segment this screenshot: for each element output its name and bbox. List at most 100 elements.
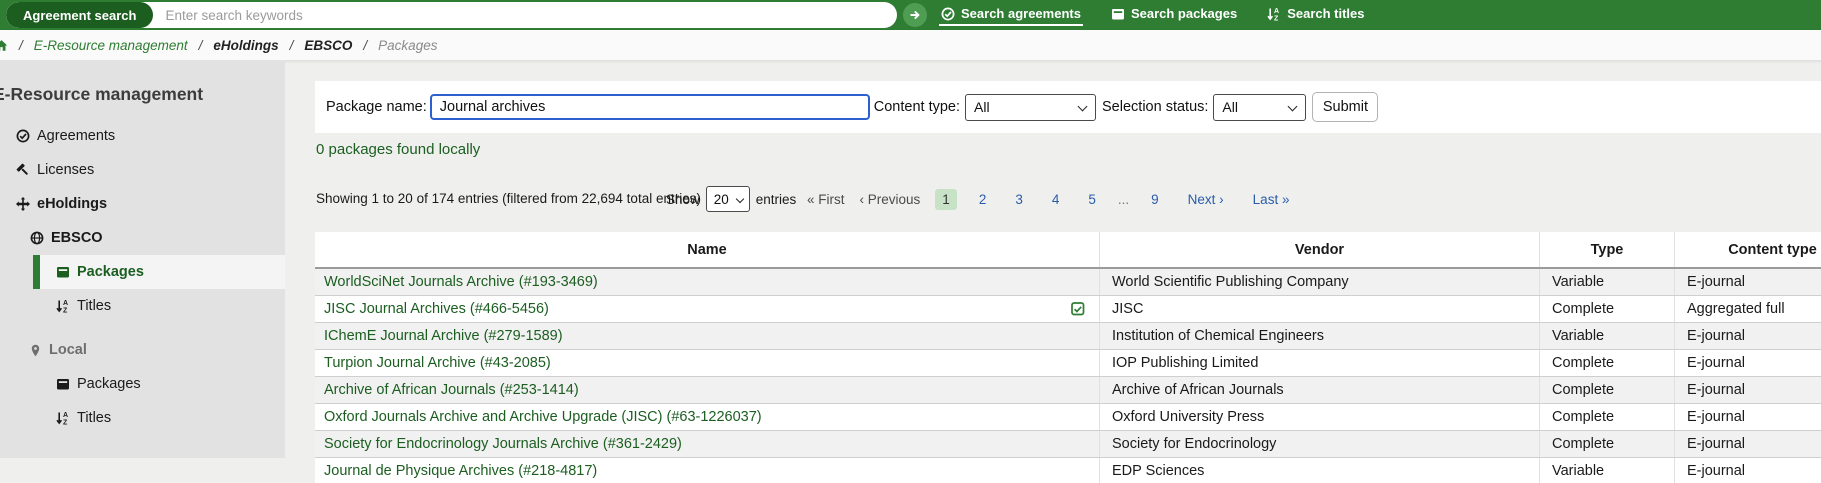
vendor-cell: EDP Sciences	[1100, 458, 1540, 483]
sidebar-item-local-packages[interactable]: Packages	[0, 367, 285, 401]
type-cell: Complete	[1540, 350, 1675, 376]
nav-search-packages[interactable]: Search packages	[1109, 4, 1239, 26]
sort-alpha-icon: AZ	[56, 299, 70, 313]
nav-search-titles[interactable]: AZ Search titles	[1265, 4, 1366, 26]
selection-status-label: Selection status:	[1102, 99, 1208, 115]
table-body: WorldSciNet Journals Archive (#193-3469)…	[315, 269, 1821, 483]
sidebar-item-eholdings[interactable]: eHoldings	[0, 187, 285, 221]
svg-text:A: A	[1274, 8, 1279, 15]
top-nav: Search agreements Search packages AZ Sea…	[939, 0, 1367, 30]
type-cell: Variable	[1540, 269, 1675, 295]
page-length-select[interactable]: 20	[706, 186, 750, 212]
gavel-icon	[16, 163, 30, 177]
pagination-previous[interactable]: ‹ Previous	[860, 192, 921, 207]
pagination-last[interactable]: Last »	[1246, 189, 1297, 210]
pagination-next[interactable]: Next ›	[1181, 189, 1231, 210]
selection-status-select[interactable]: All	[1213, 94, 1306, 121]
submit-button[interactable]: Submit	[1312, 92, 1378, 122]
type-cell: Complete	[1540, 377, 1675, 403]
sidebar-item-agreements[interactable]: Agreements	[0, 119, 285, 153]
content-type-select-wrap: All	[965, 94, 1096, 121]
sidebar-item-local[interactable]: Local	[0, 333, 285, 367]
content-type-label: Content type:	[874, 99, 960, 115]
type-cell: Complete	[1540, 296, 1675, 322]
package-link[interactable]: JISC Journal Archives (#466-5456)	[324, 296, 549, 322]
sidebar-item-ebsco-packages[interactable]: Packages	[33, 255, 285, 289]
breadcrumb-eholdings[interactable]: eHoldings	[213, 38, 278, 53]
svg-text:Z: Z	[1274, 15, 1279, 20]
svg-text:A: A	[63, 300, 68, 307]
nav-search-agreements[interactable]: Search agreements	[939, 4, 1083, 26]
pin-icon	[29, 344, 42, 357]
search-scope-pill[interactable]: Agreement search	[6, 2, 153, 28]
sidebar-item-licenses[interactable]: Licenses	[0, 153, 285, 187]
breadcrumb-packages: Packages	[378, 38, 437, 53]
table-row: Journal de Physique Archives (#218-4817)…	[315, 458, 1821, 483]
main-content: Package name: Content type: All Selectio…	[285, 61, 1821, 483]
selection-status-select-wrap: All	[1213, 94, 1306, 121]
local-results-message: 0 packages found locally	[316, 141, 480, 158]
package-link[interactable]: IChemE Journal Archive (#279-1589)	[324, 323, 563, 349]
breadcrumb: / E-Resource management / eHoldings / EB…	[0, 30, 1821, 61]
sidebar-title: E-Resource management	[0, 84, 285, 105]
package-link[interactable]: Oxford Journals Archive and Archive Upgr…	[324, 404, 762, 430]
packages-table: Name Vendor Type Content type WorldSciNe…	[315, 232, 1821, 483]
sidebar-item-ebsco-titles[interactable]: AZ Titles	[0, 289, 285, 323]
home-icon[interactable]	[0, 39, 8, 52]
breadcrumb-separator: /	[290, 38, 294, 53]
package-name-label: Package name:	[326, 99, 427, 115]
pagination-page-1[interactable]: 1	[935, 189, 957, 210]
content-type-cell: E-journal	[1675, 458, 1821, 483]
selected-check-icon	[1071, 302, 1085, 316]
type-cell: Variable	[1540, 458, 1675, 483]
table-row: Oxford Journals Archive and Archive Upgr…	[315, 404, 1821, 431]
package-link[interactable]: Archive of African Journals (#253-1414)	[324, 377, 579, 403]
package-link[interactable]: Society for Endocrinology Journals Archi…	[324, 431, 682, 457]
showing-entries-text: Showing 1 to 20 of 174 entries (filtered…	[316, 191, 701, 206]
agreement-search-shell: Agreement search	[6, 2, 897, 28]
table-row: Archive of African Journals (#253-1414) …	[315, 377, 1821, 404]
package-name-input[interactable]	[430, 94, 870, 120]
package-link[interactable]: Journal de Physique Archives (#218-4817)	[324, 458, 597, 483]
breadcrumb-erm[interactable]: E-Resource management	[34, 38, 188, 53]
package-link[interactable]: Turpion Journal Archive (#43-2085)	[324, 350, 551, 376]
sidebar-item-local-titles[interactable]: AZ Titles	[0, 401, 285, 435]
search-input[interactable]	[153, 3, 897, 27]
column-header-vendor[interactable]: Vendor	[1100, 232, 1540, 267]
table-row: WorldSciNet Journals Archive (#193-3469)…	[315, 269, 1821, 296]
page-length-select-wrap: 20	[706, 186, 750, 212]
sidebar-item-ebsco[interactable]: EBSCO	[0, 221, 285, 255]
pagination-page-4[interactable]: 4	[1045, 189, 1067, 210]
pagination-page-3[interactable]: 3	[1008, 189, 1030, 210]
vendor-cell: Archive of African Journals	[1100, 377, 1540, 403]
show-label: Show	[666, 192, 700, 207]
column-header-name[interactable]: Name	[315, 232, 1100, 267]
pagination-page-5[interactable]: 5	[1081, 189, 1103, 210]
content-type-cell: E-journal	[1675, 377, 1821, 403]
content-type-select[interactable]: All	[965, 94, 1096, 121]
vendor-cell: Institution of Chemical Engineers	[1100, 323, 1540, 349]
check-circle-icon	[16, 129, 30, 143]
vendor-cell: Society for Endocrinology	[1100, 431, 1540, 457]
package-link[interactable]: WorldSciNet Journals Archive (#193-3469)	[324, 269, 598, 295]
column-header-type[interactable]: Type	[1540, 232, 1675, 267]
svg-text:Z: Z	[63, 308, 68, 313]
check-circle-icon	[941, 7, 955, 21]
breadcrumb-ebsco[interactable]: EBSCO	[304, 38, 352, 53]
vendor-cell: IOP Publishing Limited	[1100, 350, 1540, 376]
svg-text:A: A	[63, 412, 68, 419]
pagination-page-2[interactable]: 2	[972, 189, 994, 210]
sidebar: E-Resource management Agreements License…	[0, 61, 285, 458]
content-type-cell: E-journal	[1675, 323, 1821, 349]
content-type-cell: E-journal	[1675, 269, 1821, 295]
column-header-content-type[interactable]: Content type	[1675, 232, 1821, 267]
package-icon	[56, 265, 70, 279]
sort-alpha-icon: AZ	[1267, 7, 1281, 21]
type-cell: Complete	[1540, 431, 1675, 457]
pagination-page-9[interactable]: 9	[1144, 189, 1166, 210]
pagination-ellipsis: ...	[1118, 192, 1129, 207]
search-submit-button[interactable]	[903, 3, 927, 27]
pagination-first[interactable]: « First	[807, 192, 845, 207]
content-type-cell: E-journal	[1675, 404, 1821, 430]
move-icon	[16, 197, 30, 211]
